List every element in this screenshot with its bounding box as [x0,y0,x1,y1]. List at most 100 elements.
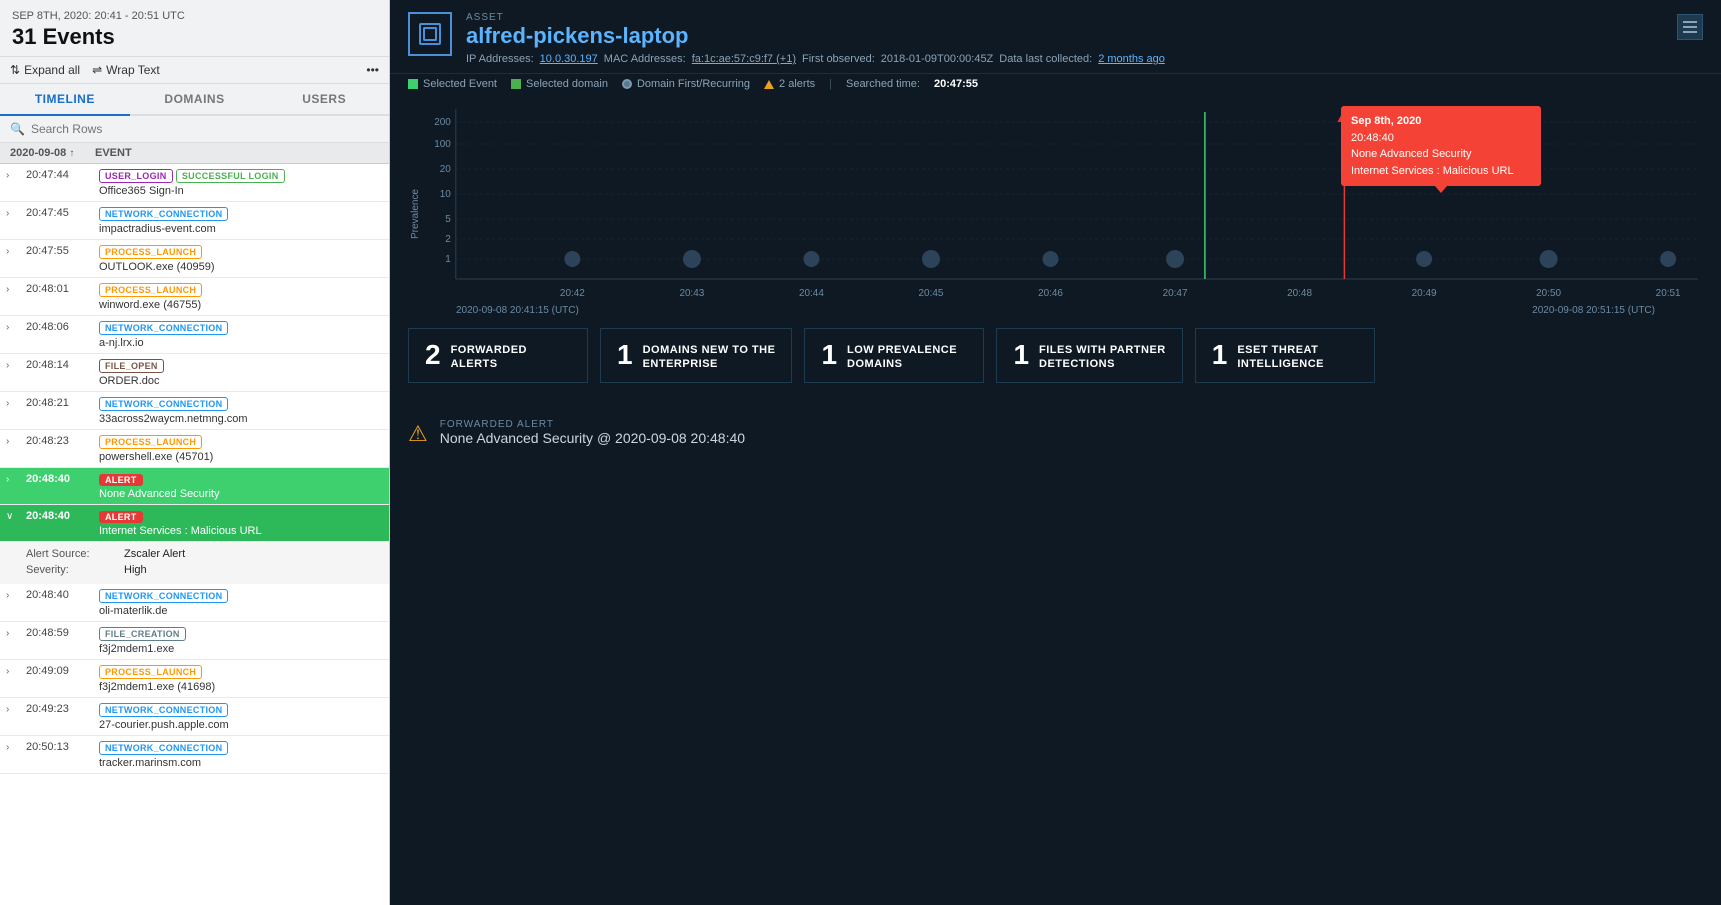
search-icon: 🔍 [10,122,25,136]
table-row[interactable]: ∨ 20:48:40 ALERT Internet Services : Mal… [0,505,389,542]
searched-time-label: Searched time: [846,78,920,90]
event-tag: FILE_OPEN [99,359,164,373]
tab-users[interactable]: USERS [259,84,389,114]
search-box: 🔍 [0,116,389,143]
searched-time-value: 20:47:55 [934,78,978,90]
more-options-button[interactable]: ••• [366,63,379,77]
table-row[interactable]: › 20:49:23 NETWORK_CONNECTION 27-courier… [0,698,389,736]
table-row[interactable]: › 20:47:44 USER_LOGIN SUCCESSFUL LOGIN O… [0,164,389,202]
date-range: SEP 8TH, 2020: 20:41 - 20:51 UTC [12,10,377,22]
first-obs-value: 2018-01-09T00:00:45Z [881,53,994,65]
table-row[interactable]: › 20:49:09 PROCESS_LAUNCH f3j2mdem1.exe … [0,660,389,698]
expand-row-icon: › [6,168,18,181]
expand-row-icon: › [6,358,18,371]
expand-row-icon: › [6,626,18,639]
wrap-icon: ⇌ [92,63,102,77]
column-headers: 2020-09-08 ↑ EVENT [0,143,389,164]
metric-forwarded-alerts[interactable]: 2 FORWARDEDALERTS [408,328,588,383]
tab-domains[interactable]: DOMAINS [130,84,260,114]
table-row[interactable]: › 20:47:55 PROCESS_LAUNCH OUTLOOK.exe (4… [0,240,389,278]
metric-files-partner[interactable]: 1 FILES WITH PARTNERDETECTIONS [996,328,1182,383]
asset-type-label: ASSET [466,12,1703,23]
event-tag: PROCESS_LAUNCH [99,435,202,449]
mac-address[interactable]: fa:1c:ae:57:c9:f7 (+1) [692,53,796,65]
table-row[interactable]: › 20:48:40 ALERT None Advanced Security [0,468,389,505]
left-header: SEP 8TH, 2020: 20:41 - 20:51 UTC 31 Even… [0,0,389,57]
svg-text:100: 100 [434,139,451,150]
metric-eset[interactable]: 1 ESET THREATINTELLIGENCE [1195,328,1375,383]
asset-meta: IP Addresses: 10.0.30.197 MAC Addresses:… [466,53,1703,65]
event-tag: SUCCESSFUL LOGIN [176,169,285,183]
legend-alerts: 2 alerts [764,78,815,90]
svg-text:1: 1 [445,254,451,265]
date-column-header: 2020-09-08 ↑ [10,147,85,159]
event-tag: PROCESS_LAUNCH [99,283,202,297]
expand-row-icon: › [6,664,18,677]
expand-row-icon: › [6,320,18,333]
svg-text:5: 5 [445,214,451,225]
menu-icon-button[interactable] [1677,14,1703,40]
event-tag: NETWORK_CONNECTION [99,589,228,603]
event-tag: NETWORK_CONNECTION [99,207,228,221]
x-axis-start: 2020-09-08 20:41:15 (UTC) [456,305,579,316]
expand-row-icon: ∨ [6,509,18,522]
wrap-text-button[interactable]: ⇌ Wrap Text [92,63,160,77]
event-tag: NETWORK_CONNECTION [99,703,228,717]
legend-dark-green-square [511,79,521,89]
expand-row-icon: › [6,206,18,219]
expand-row-icon: › [6,472,18,485]
alert-section: ⚠ FORWARDED ALERT None Advanced Security… [390,403,1721,461]
tab-timeline[interactable]: TIMELINE [0,84,130,116]
event-tag-alert: ALERT [99,474,143,486]
data-collected-value[interactable]: 2 months ago [1098,53,1165,65]
svg-text:20:43: 20:43 [679,288,704,299]
x-axis-end: 2020-09-08 20:51:15 (UTC) [1532,305,1655,316]
svg-text:20:51: 20:51 [1656,288,1681,299]
legend-circle-icon [622,79,632,89]
table-row[interactable]: › 20:48:06 NETWORK_CONNECTION a-nj.lrx.i… [0,316,389,354]
asset-name[interactable]: alfred-pickens-laptop [466,23,1703,49]
tab-bar: TIMELINE DOMAINS USERS [0,84,389,116]
svg-text:200: 200 [434,117,451,128]
ip-label: IP Addresses: [466,53,534,65]
legend-bar: Selected Event Selected domain Domain Fi… [390,74,1721,96]
table-row[interactable]: › 20:48:14 FILE_OPEN ORDER.doc [0,354,389,392]
svg-text:20: 20 [440,164,452,175]
expand-row-icon: › [6,702,18,715]
events-list: › 20:47:44 USER_LOGIN SUCCESSFUL LOGIN O… [0,164,389,905]
search-input[interactable] [31,122,379,136]
legend-domain-first: Domain First/Recurring [622,78,750,90]
alert-type-label: FORWARDED ALERT [440,419,745,430]
svg-text:20:48: 20:48 [1287,288,1312,299]
expanded-detail: Alert Source: Zscaler Alert Severity: Hi… [0,542,389,584]
table-row[interactable]: › 20:48:23 PROCESS_LAUNCH powershell.exe… [0,430,389,468]
metric-domains-new[interactable]: 1 DOMAINS NEW TO THEENTERPRISE [600,328,792,383]
expand-all-button[interactable]: ⇅ Expand all [10,63,80,77]
svg-text:2: 2 [445,234,451,245]
table-row[interactable]: › 20:48:01 PROCESS_LAUNCH winword.exe (4… [0,278,389,316]
expand-row-icon: › [6,740,18,753]
table-row[interactable]: › 20:50:13 NETWORK_CONNECTION tracker.ma… [0,736,389,774]
event-tag: PROCESS_LAUNCH [99,665,202,679]
left-toolbar: ⇅ Expand all ⇌ Wrap Text ••• [0,57,389,84]
metric-low-prevalence[interactable]: 1 LOW PREVALENCEDOMAINS [804,328,984,383]
table-row[interactable]: › 20:48:59 FILE_CREATION f3j2mdem1.exe [0,622,389,660]
event-tag: NETWORK_CONNECTION [99,397,228,411]
table-row[interactable]: › 20:48:21 NETWORK_CONNECTION 33across2w… [0,392,389,430]
event-tag: FILE_CREATION [99,627,186,641]
table-row[interactable]: › 20:48:40 NETWORK_CONNECTION oli-materl… [0,584,389,622]
table-row[interactable]: › 20:47:45 NETWORK_CONNECTION impactradi… [0,202,389,240]
alert-item: ⚠ FORWARDED ALERT None Advanced Security… [408,413,1703,453]
event-tag: PROCESS_LAUNCH [99,245,202,259]
data-collected-label: Data last collected: [999,53,1092,65]
event-count: 31 Events [12,24,377,50]
ip-address[interactable]: 10.0.30.197 [540,53,598,65]
legend-green-square [408,79,418,89]
right-panel: ASSET alfred-pickens-laptop IP Addresses… [390,0,1721,905]
svg-text:20:50: 20:50 [1536,288,1561,299]
svg-text:20:49: 20:49 [1412,288,1437,299]
legend-selected-event: Selected Event [408,78,497,90]
alert-triangle-icon: ⚠ [408,421,428,447]
expand-row-icon: › [6,282,18,295]
timeline-chart: 1 2 5 10 20 100 200 Prevalence 20:42 20:… [408,104,1703,304]
